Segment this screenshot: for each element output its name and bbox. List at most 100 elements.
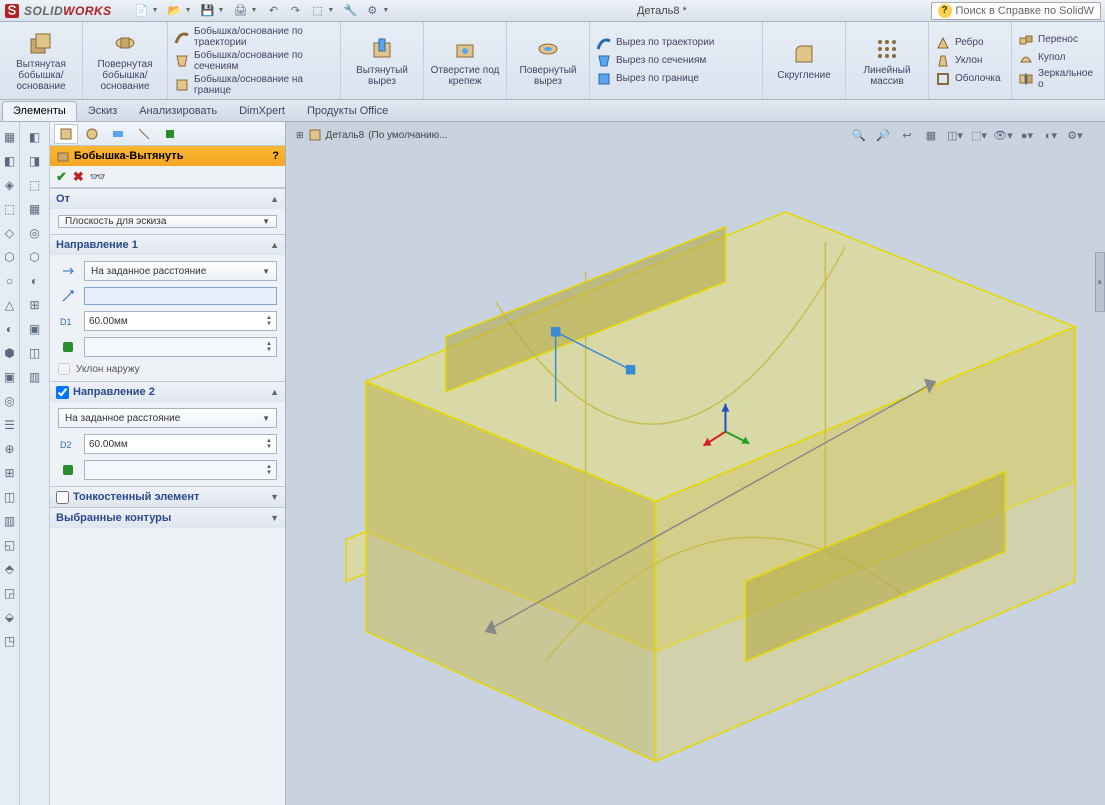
redo-button[interactable]: ↷	[285, 2, 305, 20]
dir2-end-condition-select[interactable]: На заданное расстояние▼	[58, 408, 277, 428]
tab-features[interactable]: Элементы	[2, 101, 77, 121]
rail-icon[interactable]: ◐	[26, 272, 44, 290]
rail-icon[interactable]: ☰	[1, 416, 19, 434]
tab-sketch[interactable]: Эскиз	[77, 101, 128, 121]
pm-help-icon[interactable]: ?	[272, 150, 279, 162]
boundary-cut-button[interactable]: Вырез по границе	[596, 71, 756, 87]
rail-icon[interactable]: ⊞	[26, 296, 44, 314]
graphics-viewport[interactable]: ⊞ Деталь8 (По умолчанию... 🔍 🔎 ↩ ▦ ◫▾ ⬚▾…	[286, 122, 1105, 805]
tab-dimxpert[interactable]: DimXpert	[228, 101, 296, 121]
rail-icon[interactable]: ◧	[26, 128, 44, 146]
pm-dir1-header[interactable]: Направление 1▲	[50, 235, 285, 255]
new-button[interactable]: 📄	[132, 2, 152, 20]
right-pane-handle[interactable]: «	[1095, 252, 1105, 312]
depth2-input[interactable]: 60.00мм▲▼	[84, 434, 277, 454]
rail-icon[interactable]: ▣	[1, 368, 19, 386]
prev-view-button[interactable]: ↩	[897, 126, 917, 144]
section-view-button[interactable]: ▦	[921, 126, 941, 144]
display-style-button[interactable]: ⬚▾	[969, 126, 989, 144]
pm-tab-dim[interactable]	[132, 124, 156, 144]
zoom-fit-button[interactable]: 🔍	[849, 126, 869, 144]
rail-icon[interactable]: ▦	[26, 200, 44, 218]
rail-icon[interactable]: ○	[1, 272, 19, 290]
rail-icon[interactable]: ⊞	[1, 464, 19, 482]
rail-icon[interactable]: ◳	[1, 632, 19, 650]
tab-office[interactable]: Продукты Office	[296, 101, 399, 121]
pm-dir2-header[interactable]: Направление 2▲	[50, 382, 285, 402]
linear-pattern-button[interactable]: Линейный массив	[852, 35, 922, 87]
extrude-cut-button[interactable]: Вытянутый вырез	[347, 35, 417, 87]
sweep-cut-button[interactable]: Вырез по траектории	[596, 35, 756, 51]
print-button[interactable]: 🖨	[230, 2, 250, 20]
fillet-button[interactable]: Скругление	[769, 40, 839, 81]
open-button[interactable]: 📂	[165, 2, 185, 20]
rail-icon[interactable]: ⬙	[1, 608, 19, 626]
zoom-area-button[interactable]: 🔎	[873, 126, 893, 144]
rail-icon[interactable]: ◇	[1, 224, 19, 242]
pm-thin-header[interactable]: Тонкостенный элемент▼	[50, 487, 285, 507]
pm-ok-button[interactable]: ✔	[56, 169, 67, 185]
revolve-boss-button[interactable]: Повернутая бобышка/основание	[89, 29, 161, 92]
rail-icon[interactable]: ⬢	[1, 344, 19, 362]
help-search[interactable]: ? Поиск в Справке по SolidW	[931, 2, 1102, 20]
rail-icon[interactable]: ◫	[1, 488, 19, 506]
dir1-vector-input[interactable]	[84, 287, 277, 305]
draft2-button[interactable]	[58, 461, 78, 479]
pm-contours-header[interactable]: Выбранные контуры▼	[50, 508, 285, 528]
hide-show-button[interactable]: 👁▾	[993, 126, 1013, 144]
depth1-input[interactable]: 60.00мм▲▼	[84, 311, 277, 331]
sweep-boss-button[interactable]: Бобышка/основание по траектории	[174, 26, 334, 48]
appearance-button[interactable]: ●▾	[1017, 126, 1037, 144]
reverse-dir1-button[interactable]	[58, 262, 78, 280]
rail-icon[interactable]: ⬡	[26, 248, 44, 266]
draft1-input[interactable]: ▲▼	[84, 337, 277, 357]
pm-tab-other[interactable]	[158, 124, 182, 144]
pm-cancel-button[interactable]: ✖	[73, 169, 84, 185]
rail-icon[interactable]: ◎	[26, 224, 44, 242]
draft-outward-check[interactable]: Уклон наружу	[58, 363, 277, 375]
rebuild-button[interactable]: 🔧	[340, 2, 360, 20]
scene-button[interactable]: ◐▾	[1041, 126, 1061, 144]
view-settings-button[interactable]: ⚙▾	[1065, 126, 1085, 144]
options-button[interactable]: ⚙	[362, 2, 382, 20]
select-button[interactable]: ⬚	[307, 2, 327, 20]
hole-wizard-button[interactable]: Отверстие под крепеж	[430, 35, 500, 87]
move-button[interactable]: Перенос	[1018, 32, 1098, 48]
rail-icon[interactable]: ▦	[1, 128, 19, 146]
rail-icon[interactable]: ⬚	[26, 176, 44, 194]
pm-tab-display[interactable]	[106, 124, 130, 144]
rail-icon[interactable]: ◐	[1, 320, 19, 338]
revolve-cut-button[interactable]: Повернутый вырез	[513, 35, 583, 87]
rail-icon[interactable]: ⬘	[1, 560, 19, 578]
rail-icon[interactable]: ⊕	[1, 440, 19, 458]
rib-button[interactable]: Ребро	[935, 35, 1005, 51]
rail-icon[interactable]: ◨	[26, 152, 44, 170]
dir1-end-condition-select[interactable]: На заданное расстояние▼	[84, 261, 277, 281]
from-condition-select[interactable]: Плоскость для эскиза▼	[58, 215, 277, 228]
boundary-boss-button[interactable]: Бобышка/основание на границе	[174, 74, 334, 96]
rail-icon[interactable]: ◈	[1, 176, 19, 194]
rail-icon[interactable]: ▣	[26, 320, 44, 338]
tab-evaluate[interactable]: Анализировать	[128, 101, 228, 121]
rail-icon[interactable]: ◎	[1, 392, 19, 410]
loft-cut-button[interactable]: Вырез по сечениям	[596, 53, 756, 69]
rail-icon[interactable]: ▥	[26, 368, 44, 386]
rail-icon[interactable]: ⬚	[1, 200, 19, 218]
extrude-boss-button[interactable]: Вытянутая бобышка/основание	[6, 29, 76, 92]
rail-icon[interactable]: ◫	[26, 344, 44, 362]
draft2-input[interactable]: ▲▼	[84, 460, 277, 480]
rail-icon[interactable]: ▥	[1, 512, 19, 530]
undo-button[interactable]: ↶	[263, 2, 283, 20]
dome-button[interactable]: Купол	[1018, 50, 1098, 66]
view-orient-button[interactable]: ◫▾	[945, 126, 965, 144]
rail-icon[interactable]: △	[1, 296, 19, 314]
mirror-button[interactable]: Зеркальное о	[1018, 68, 1098, 90]
pm-tab-config[interactable]	[80, 124, 104, 144]
rail-icon[interactable]: ◱	[1, 536, 19, 554]
fly-out-tree[interactable]: ⊞ Деталь8 (По умолчанию...	[296, 128, 447, 142]
shell-button[interactable]: Оболочка	[935, 71, 1005, 87]
pm-from-header[interactable]: От▲	[50, 189, 285, 209]
save-button[interactable]: 💾	[198, 2, 218, 20]
loft-boss-button[interactable]: Бобышка/основание по сечениям	[174, 50, 334, 72]
pm-detail-button[interactable]: 👓	[90, 169, 106, 185]
